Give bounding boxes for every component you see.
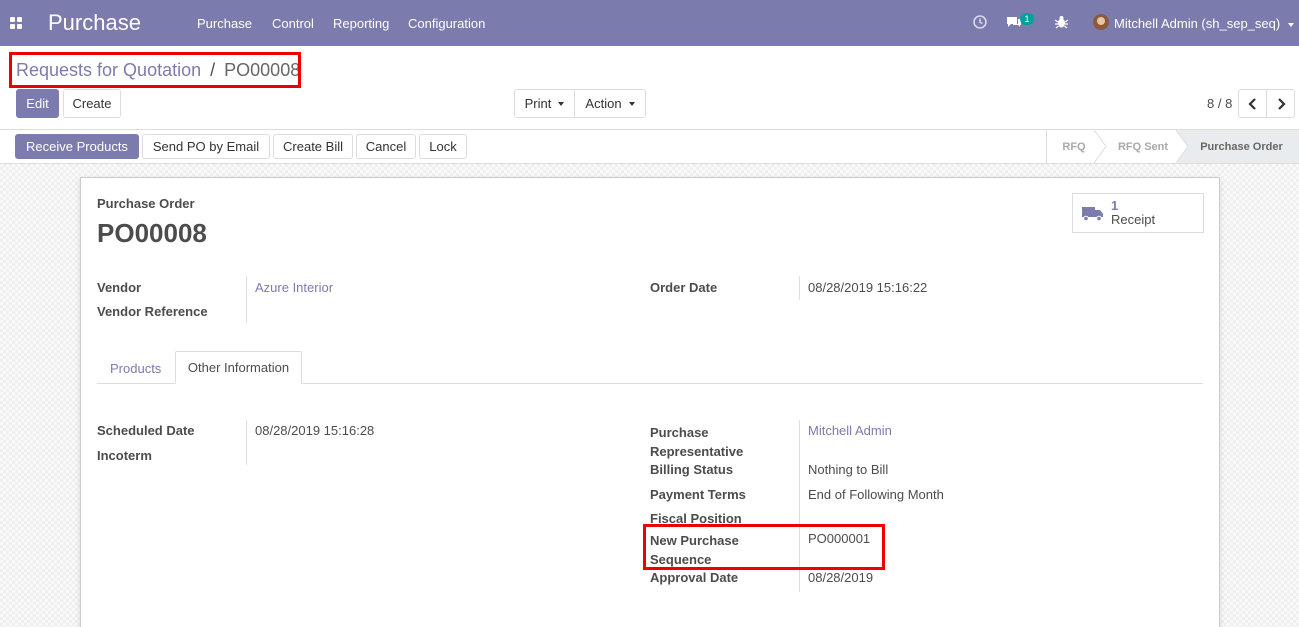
stage-rfq[interactable]: RFQ bbox=[1047, 130, 1101, 163]
app-grid-icon[interactable] bbox=[10, 17, 22, 29]
chevron-right-icon bbox=[1277, 97, 1286, 110]
user-menu[interactable]: Mitchell Admin (sh_sep_seq) bbox=[1114, 16, 1294, 31]
order-date-value: 08/28/2019 15:16:22 bbox=[808, 280, 928, 295]
billing-status-label: Billing Status bbox=[650, 462, 734, 477]
receive-products-button[interactable]: Receive Products bbox=[15, 134, 139, 159]
payment-terms-label: Payment Terms bbox=[650, 487, 746, 502]
edit-button[interactable]: Edit bbox=[16, 89, 59, 118]
print-label: Print bbox=[524, 96, 552, 111]
pager-previous-button[interactable] bbox=[1238, 89, 1267, 118]
receipt-label: Receipt bbox=[1111, 212, 1156, 227]
highlight-box-breadcrumb bbox=[9, 52, 301, 88]
purchase-representative-value[interactable]: Mitchell Admin bbox=[808, 423, 892, 438]
receipt-count: 1 bbox=[1111, 198, 1119, 213]
chevron-left-icon bbox=[1247, 97, 1256, 110]
vendor-reference-label: Vendor Reference bbox=[97, 304, 208, 319]
record-name: PO00008 bbox=[97, 218, 207, 248]
vendor-label: Vendor bbox=[97, 280, 142, 295]
tab-products[interactable]: Products bbox=[98, 352, 173, 384]
messages-count-badge: 1 bbox=[1020, 13, 1034, 25]
lock-button[interactable]: Lock bbox=[419, 134, 467, 159]
menu-reporting[interactable]: Reporting bbox=[333, 16, 389, 31]
menu-purchase[interactable]: Purchase bbox=[197, 16, 252, 31]
action-label: Action bbox=[585, 96, 622, 111]
menu-control[interactable]: Control bbox=[272, 16, 314, 31]
payment-terms-value: End of Following Month bbox=[808, 487, 944, 502]
print-caret-icon bbox=[558, 101, 565, 106]
pager-value: 8 / 8 bbox=[1207, 96, 1233, 111]
stage-rfq-sent[interactable]: RFQ Sent bbox=[1108, 130, 1178, 163]
create-button[interactable]: Create bbox=[63, 89, 121, 118]
truck-icon bbox=[1082, 207, 1103, 222]
action-caret-icon bbox=[628, 101, 635, 106]
stage-purchase-order: Purchase Order bbox=[1178, 130, 1299, 163]
create-bill-button[interactable]: Create Bill bbox=[273, 134, 353, 159]
cancel-button[interactable]: Cancel bbox=[356, 134, 416, 159]
pager-next-button[interactable] bbox=[1266, 89, 1295, 118]
heading-label: Purchase Order bbox=[97, 196, 195, 211]
activity-clock-icon[interactable] bbox=[972, 14, 988, 33]
print-dropdown[interactable]: Print bbox=[514, 89, 575, 118]
scheduled-date-value: 08/28/2019 15:16:28 bbox=[255, 423, 375, 438]
user-caret-icon bbox=[1287, 22, 1294, 27]
highlight-box-new-sequence bbox=[643, 524, 885, 570]
send-po-email-button[interactable]: Send PO by Email bbox=[142, 134, 270, 159]
user-name: Mitchell Admin (sh_sep_seq) bbox=[1114, 16, 1281, 31]
approval-date-label: Approval Date bbox=[650, 570, 739, 585]
debug-bug-icon[interactable] bbox=[1054, 14, 1069, 33]
order-date-label: Order Date bbox=[650, 280, 718, 295]
approval-date-value: 08/28/2019 bbox=[808, 570, 874, 585]
user-avatar[interactable] bbox=[1093, 14, 1109, 30]
menu-configuration[interactable]: Configuration bbox=[408, 16, 485, 31]
tab-other-information[interactable]: Other Information bbox=[175, 351, 302, 384]
action-dropdown[interactable]: Action bbox=[574, 89, 646, 118]
billing-status-value: Nothing to Bill bbox=[808, 462, 889, 477]
scheduled-date-label: Scheduled Date bbox=[97, 423, 195, 438]
purchase-representative-label: Purchase Representative bbox=[650, 425, 744, 459]
form-statusbar: Receive Products Send PO by Email Create… bbox=[0, 129, 1299, 164]
top-navbar: Purchase Purchase Control Reporting Conf… bbox=[0, 0, 1299, 46]
incoterm-label: Incoterm bbox=[97, 448, 152, 463]
app-brand: Purchase bbox=[48, 10, 141, 35]
vendor-value[interactable]: Azure Interior bbox=[255, 280, 333, 295]
receipt-smart-button[interactable]: 1 Receipt bbox=[1072, 193, 1204, 233]
